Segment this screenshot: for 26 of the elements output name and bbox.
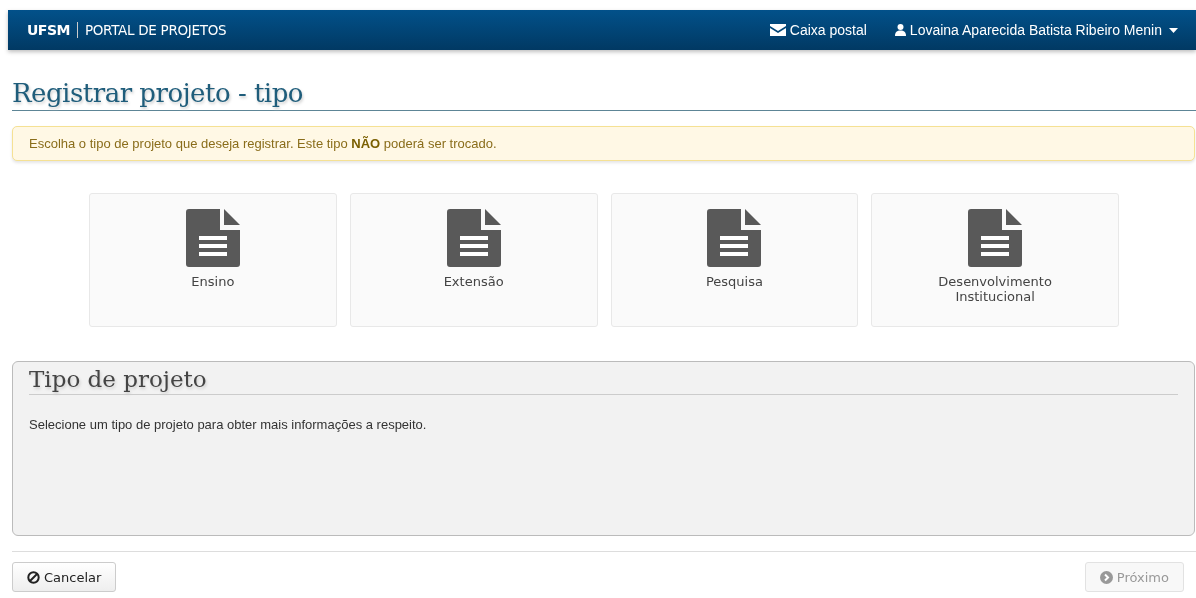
card-label: Extensão xyxy=(442,274,505,289)
document-icon xyxy=(968,209,1023,267)
card-label: Ensino xyxy=(190,274,236,289)
user-icon xyxy=(894,24,906,36)
cancel-button[interactable]: Cancelar xyxy=(12,562,117,592)
mailbox-link[interactable]: Caixa postal xyxy=(769,22,867,38)
brand-name[interactable]: UFSM xyxy=(27,22,70,38)
project-type-card[interactable]: Pesquisa xyxy=(610,193,859,327)
document-icon xyxy=(707,209,762,267)
portal-name[interactable]: PORTAL DE PROJETOS xyxy=(84,22,227,38)
ban-icon xyxy=(27,570,40,584)
card-label: Pesquisa xyxy=(704,274,764,289)
project-type-card[interactable]: Extensão xyxy=(349,193,598,327)
project-type-card[interactable]: Ensino xyxy=(89,193,337,327)
card-label: Desenvolvimento Institucional xyxy=(937,274,1053,304)
warning-alert: Escolha o tipo de projeto que deseja registrar. Este tipo NÃO poderá ser trocado. xyxy=(12,126,1195,161)
user-menu[interactable]: Lovaina Aparecida Batista Ribeiro Menin xyxy=(894,22,1178,38)
caret-icon xyxy=(1169,27,1178,33)
arrow-circle-icon xyxy=(1099,570,1113,584)
document-icon xyxy=(185,209,240,267)
project-type-card[interactable]: Desenvolvimento Institucional xyxy=(871,193,1119,327)
envelope-icon xyxy=(769,24,786,36)
panel-title: Tipo de projeto xyxy=(29,366,1178,395)
panel-text: Selecione um tipo de projeto para obter mais informações a respeito. xyxy=(29,417,428,432)
page-title: Registrar projeto - tipo xyxy=(12,78,1196,111)
document-icon xyxy=(446,209,501,267)
